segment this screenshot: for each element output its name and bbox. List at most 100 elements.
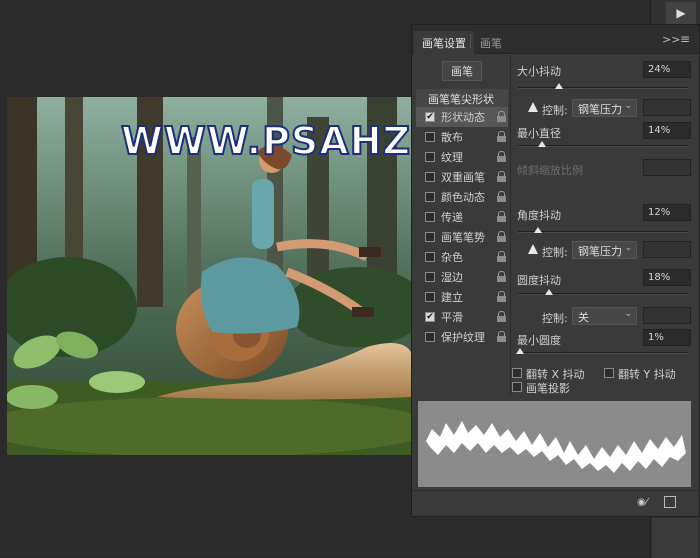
option-row-build-up[interactable]: 建立 bbox=[416, 287, 508, 307]
control1-dropdown[interactable]: 钢笔压力 ⌄ bbox=[572, 99, 637, 117]
option-label: 湿边 bbox=[441, 271, 463, 284]
min-diameter-slider[interactable] bbox=[518, 141, 688, 147]
brush-tip-shape-item[interactable]: 画笔笔尖形状 bbox=[416, 89, 508, 107]
checkbox[interactable] bbox=[425, 252, 435, 262]
new-brush-icon[interactable] bbox=[664, 496, 676, 508]
min-roundness-slider[interactable] bbox=[515, 348, 688, 354]
option-row-wet-edges[interactable]: 湿边 bbox=[416, 267, 508, 287]
option-row-brush-pose[interactable]: 画笔笔势 bbox=[416, 227, 508, 247]
flip-y-label: 翻转 Y 抖动 bbox=[618, 368, 676, 381]
chevron-down-icon: ⌄ bbox=[624, 101, 632, 111]
tilt-scale-value bbox=[643, 159, 691, 176]
tab-brushes[interactable]: 画笔 bbox=[472, 31, 510, 54]
option-row-noise[interactable]: 杂色 bbox=[416, 247, 508, 267]
control1-value bbox=[643, 99, 691, 116]
slider-knob[interactable] bbox=[537, 141, 546, 147]
checkbox[interactable] bbox=[425, 272, 435, 282]
slider-knob[interactable] bbox=[554, 83, 563, 89]
panel-tabbar: 画笔设置 画笔 >> ≡ bbox=[412, 25, 699, 54]
option-row-protect-texture[interactable]: 保护纹理 bbox=[416, 327, 508, 347]
lock-icon[interactable] bbox=[497, 191, 506, 202]
control2-value bbox=[643, 241, 691, 258]
control3-dropdown[interactable]: 关 ⌄ bbox=[572, 307, 637, 325]
checkbox[interactable] bbox=[425, 232, 435, 242]
option-row-smoothing[interactable]: ✔ 平滑 bbox=[416, 307, 508, 327]
dropdown-value: 钢笔压力 bbox=[578, 103, 622, 116]
collapse-icon[interactable]: >> bbox=[662, 33, 680, 46]
angle-jitter-slider[interactable] bbox=[518, 227, 688, 233]
min-diameter-value[interactable]: 14% bbox=[643, 122, 691, 139]
divider bbox=[510, 55, 511, 395]
option-label: 散布 bbox=[441, 131, 463, 144]
option-label: 杂色 bbox=[441, 251, 463, 264]
checkbox[interactable] bbox=[425, 292, 435, 302]
checkbox[interactable] bbox=[425, 172, 435, 182]
control2-label: 控制: bbox=[542, 246, 568, 259]
slider-knob[interactable] bbox=[515, 348, 524, 354]
min-roundness-value[interactable]: 1% bbox=[643, 329, 691, 346]
control2-dropdown[interactable]: 钢笔压力 ⌄ bbox=[572, 241, 637, 259]
option-label: 画笔笔势 bbox=[441, 231, 485, 244]
min-diameter-label: 最小直径 bbox=[517, 127, 561, 140]
brush-projection-checkbox[interactable] bbox=[512, 382, 522, 392]
lock-icon[interactable] bbox=[497, 291, 506, 302]
flip-y-checkbox[interactable] bbox=[604, 368, 614, 378]
brush-stroke-svg bbox=[426, 421, 686, 473]
brush-stroke-preview bbox=[418, 401, 691, 487]
option-row-transfer[interactable]: 传递 bbox=[416, 207, 508, 227]
brush-options-list: 画笔笔尖形状 ✔ 形状动态 散布 纹理 双重画笔 颜色动态 传递 画笔笔势 杂色 … bbox=[416, 89, 508, 347]
lock-icon[interactable] bbox=[497, 171, 506, 182]
lock-icon[interactable] bbox=[497, 251, 506, 262]
lock-icon[interactable] bbox=[497, 231, 506, 242]
chevron-down-icon: ⌄ bbox=[624, 243, 632, 253]
checkbox[interactable]: ✔ bbox=[425, 312, 435, 322]
lock-icon[interactable] bbox=[497, 131, 506, 142]
lock-icon[interactable] bbox=[497, 151, 506, 162]
lock-icon[interactable] bbox=[497, 311, 506, 322]
checkbox[interactable] bbox=[425, 332, 435, 342]
option-label: 保护纹理 bbox=[441, 331, 485, 344]
option-label: 颜色动态 bbox=[441, 191, 485, 204]
checkbox[interactable] bbox=[425, 132, 435, 142]
min-roundness-label: 最小圆度 bbox=[517, 334, 561, 347]
eye-icon[interactable]: ◉⁄ bbox=[637, 497, 653, 509]
checkbox[interactable] bbox=[425, 192, 435, 202]
slider-knob[interactable] bbox=[534, 227, 543, 233]
lock-icon[interactable] bbox=[497, 271, 506, 282]
option-row-dual-brush[interactable]: 双重画笔 bbox=[416, 167, 508, 187]
size-jitter-slider[interactable] bbox=[518, 83, 688, 89]
checkbox[interactable] bbox=[425, 152, 435, 162]
option-label: 传递 bbox=[441, 211, 463, 224]
tab-brush-settings[interactable]: 画笔设置 bbox=[414, 31, 474, 54]
lock-icon[interactable] bbox=[497, 331, 506, 342]
watermark-text: WWW.PSAHZ.C bbox=[120, 118, 411, 164]
roundness-jitter-slider[interactable] bbox=[518, 289, 688, 295]
size-jitter-value[interactable]: 24% bbox=[643, 61, 691, 78]
option-row-color-dynamics[interactable]: 颜色动态 bbox=[416, 187, 508, 207]
lock-icon[interactable] bbox=[497, 211, 506, 222]
roundness-jitter-value[interactable]: 18% bbox=[643, 269, 691, 286]
option-label: 双重画笔 bbox=[441, 171, 485, 184]
checkbox[interactable] bbox=[425, 212, 435, 222]
canvas-document[interactable]: WWW.PSAHZ.C bbox=[7, 97, 411, 455]
checkbox[interactable]: ✔ bbox=[425, 112, 435, 122]
option-row-shape-dynamics[interactable]: ✔ 形状动态 bbox=[416, 107, 508, 127]
slider-knob[interactable] bbox=[544, 289, 553, 295]
control3-label: 控制: bbox=[542, 312, 568, 325]
warning-icon bbox=[528, 244, 538, 254]
lock-icon[interactable] bbox=[497, 111, 506, 122]
option-row-scattering[interactable]: 散布 bbox=[416, 127, 508, 147]
brush-settings-panel: 画笔设置 画笔 >> ≡ 画笔 画笔笔尖形状 ✔ 形状动态 散布 纹理 双重画笔 … bbox=[411, 24, 700, 517]
dock-strip-lower bbox=[652, 518, 698, 558]
control3-value bbox=[643, 307, 691, 324]
flip-x-checkbox[interactable] bbox=[512, 368, 522, 378]
brushes-button[interactable]: 画笔 bbox=[442, 61, 482, 81]
angle-jitter-value[interactable]: 12% bbox=[643, 204, 691, 221]
tilt-scale-label: 倾斜缩放比例 bbox=[517, 164, 583, 177]
roundness-jitter-label: 圆度抖动 bbox=[517, 274, 561, 287]
option-row-texture[interactable]: 纹理 bbox=[416, 147, 508, 167]
panel-menu-icon[interactable]: ≡ bbox=[680, 32, 690, 46]
option-label: 建立 bbox=[441, 291, 463, 304]
tab-separator bbox=[470, 34, 471, 48]
collapse-panels-button[interactable]: ▶ bbox=[666, 2, 696, 24]
